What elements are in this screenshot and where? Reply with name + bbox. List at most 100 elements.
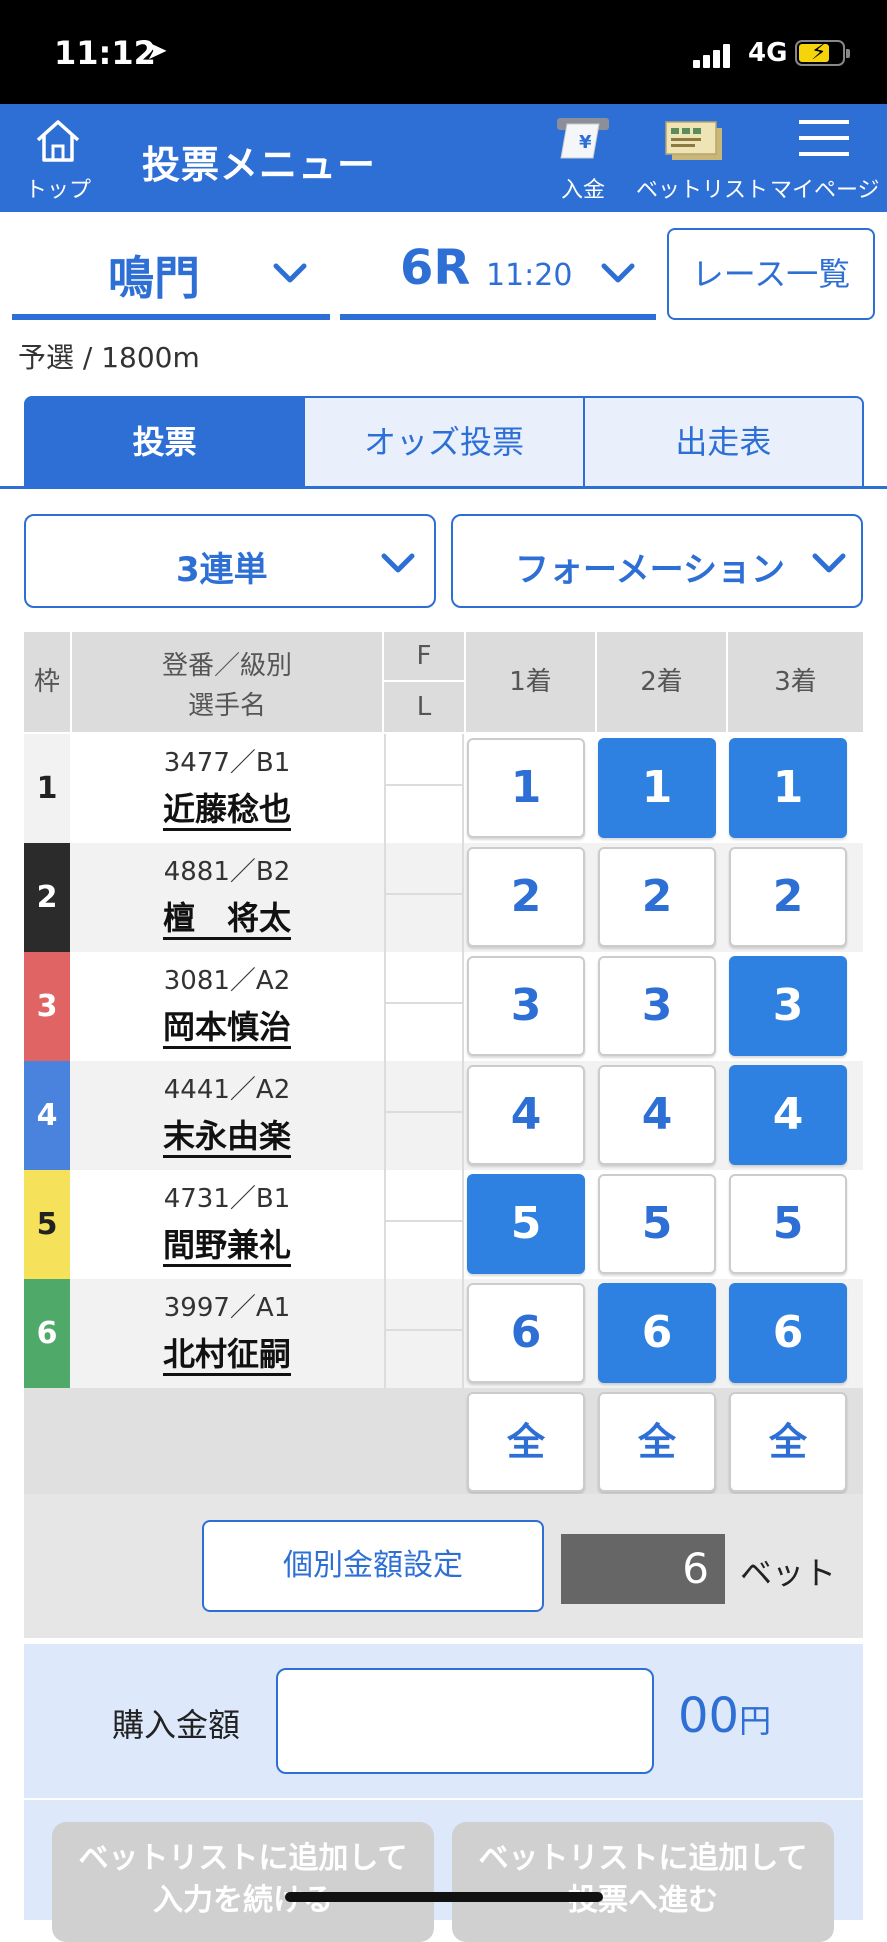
racer-info: 3477／B1 近藤稔也 bbox=[72, 734, 382, 843]
individual-amount-button[interactable]: 個別金額設定 bbox=[202, 1520, 544, 1612]
race-list-button[interactable]: レース一覧 bbox=[667, 228, 875, 320]
purchase-amount-label: 購入金額 bbox=[112, 1706, 241, 1744]
header-f: F bbox=[384, 632, 466, 682]
place-1-boat-4-button[interactable]: 4 bbox=[467, 1065, 585, 1165]
chevron-down-icon bbox=[273, 263, 307, 283]
deposit-icon: ¥ bbox=[557, 118, 609, 159]
place-2-boat-4-button[interactable]: 4 bbox=[598, 1065, 716, 1165]
place-3-boat-5-button[interactable]: 5 bbox=[729, 1174, 847, 1274]
racer-name: 岡本慎治 bbox=[162, 1008, 291, 1049]
racer-row: 5 4731／B1 間野兼礼 5 5 5 bbox=[24, 1170, 863, 1279]
racer-registration: 3477／B1 bbox=[163, 748, 291, 778]
racer-registration: 4881／B2 bbox=[163, 857, 291, 887]
page-title: 投票メニュー bbox=[142, 143, 377, 187]
select-all-place-3-button[interactable]: 全 bbox=[729, 1392, 847, 1492]
network-type: 4G bbox=[748, 38, 788, 68]
place-3-boat-3-button[interactable]: 3 bbox=[729, 956, 847, 1056]
header-place-1: 1着 bbox=[466, 632, 597, 734]
place-1-boat-6-button[interactable]: 6 bbox=[467, 1283, 585, 1383]
deposit-label: 入金 bbox=[560, 178, 605, 203]
header-racer-line2: 選手名 bbox=[187, 691, 266, 721]
tab-vote[interactable]: 投票 bbox=[24, 396, 306, 488]
racer-name-link[interactable]: 末永由楽 bbox=[72, 1111, 382, 1158]
racer-row: 4 4441／A2 末永由楽 4 4 4 bbox=[24, 1061, 863, 1170]
place-1-boat-2-button[interactable]: 2 bbox=[467, 847, 585, 947]
racer-name-link[interactable]: 北村征嗣 bbox=[72, 1329, 382, 1376]
top-button[interactable]: トップ bbox=[18, 118, 98, 204]
racer-name: 間野兼礼 bbox=[162, 1226, 291, 1267]
fl-count bbox=[384, 734, 464, 843]
header-place-3: 3着 bbox=[728, 632, 863, 734]
racer-row: 6 3997／A1 北村征嗣 6 6 6 bbox=[24, 1279, 863, 1388]
select-all-place-1-button[interactable]: 全 bbox=[467, 1392, 585, 1492]
racer-name-link[interactable]: 檀 将太 bbox=[72, 893, 382, 940]
place-2-boat-3-button[interactable]: 3 bbox=[598, 956, 716, 1056]
racer-name-link[interactable]: 岡本慎治 bbox=[72, 1002, 382, 1049]
select-all-place-2-button[interactable]: 全 bbox=[598, 1392, 716, 1492]
place-2-boat-5-button[interactable]: 5 bbox=[598, 1174, 716, 1274]
place-2-boat-1-button[interactable]: 1 bbox=[598, 738, 716, 838]
add-and-continue-button[interactable]: ベットリストに追加して 入力を続ける bbox=[52, 1822, 434, 1942]
racer-registration: 4731／B1 bbox=[163, 1184, 291, 1214]
place-1-boat-5-button[interactable]: 5 bbox=[467, 1174, 585, 1274]
bet-method-select[interactable]: フォーメーション bbox=[451, 514, 863, 608]
place-1-boat-1-button[interactable]: 1 bbox=[467, 738, 585, 838]
racer-info: 4441／A2 末永由楽 bbox=[72, 1061, 382, 1170]
frame-number: 1 bbox=[24, 734, 70, 843]
status-time: 11:12 bbox=[54, 34, 156, 72]
mypage-button[interactable]: マイページ bbox=[770, 116, 880, 204]
fl-count bbox=[384, 1279, 464, 1388]
bet-type-select[interactable]: 3連単 bbox=[24, 514, 436, 608]
racer-grid: 枠 登番／級別 選手名 F L 1着 2着 3着 1 3477／B1 近藤稔也 1 1 1… bbox=[24, 632, 863, 1497]
amount-suffix-value: 00 bbox=[678, 1688, 740, 1744]
mode-tabs: 投票 オッズ投票 出走表 bbox=[24, 396, 864, 488]
app-header: トップ 投票メニュー ¥ 入金 ベットリスト マイページ bbox=[0, 104, 887, 212]
venue-select[interactable]: 鳴門 bbox=[12, 228, 330, 320]
racer-info: 4731／B1 間野兼礼 bbox=[72, 1170, 382, 1279]
place-1-boat-3-button[interactable]: 3 bbox=[467, 956, 585, 1056]
place-2-boat-2-button[interactable]: 2 bbox=[598, 847, 716, 947]
fl-count bbox=[384, 1170, 464, 1279]
frame-number: 4 bbox=[24, 1061, 70, 1170]
race-number: 6R bbox=[400, 240, 471, 296]
frame-number: 2 bbox=[24, 843, 70, 952]
race-time: 11:20 bbox=[486, 258, 573, 293]
bet-unit: ベット bbox=[740, 1554, 837, 1592]
racer-row: 3 3081／A2 岡本慎治 3 3 3 bbox=[24, 952, 863, 1061]
fl-count bbox=[384, 1061, 464, 1170]
bet-count-area: 個別金額設定 6 ベット bbox=[24, 1494, 863, 1638]
place-3-boat-6-button[interactable]: 6 bbox=[729, 1283, 847, 1383]
bet-method-value: フォーメーション bbox=[515, 550, 785, 590]
tab-entry-list[interactable]: 出走表 bbox=[584, 396, 864, 488]
race-select[interactable]: 6R 11:20 bbox=[340, 228, 656, 320]
place-3-boat-1-button[interactable]: 1 bbox=[729, 738, 847, 838]
chevron-down-icon bbox=[601, 263, 635, 283]
tab-odds-vote[interactable]: オッズ投票 bbox=[305, 396, 585, 488]
amount-suffix-unit: 円 bbox=[739, 1702, 772, 1740]
racer-name: 近藤稔也 bbox=[162, 790, 291, 831]
racer-name: 末永由楽 bbox=[162, 1117, 291, 1158]
racer-registration: 3997／A1 bbox=[163, 1293, 291, 1323]
header-racer-line1: 登番／級別 bbox=[161, 651, 292, 681]
betlist-icon bbox=[665, 121, 722, 160]
home-indicator bbox=[285, 1892, 603, 1902]
purchase-amount-input[interactable] bbox=[276, 1668, 654, 1774]
racer-name-link[interactable]: 近藤稔也 bbox=[72, 784, 382, 831]
place-2-boat-6-button[interactable]: 6 bbox=[598, 1283, 716, 1383]
frame-number: 5 bbox=[24, 1170, 70, 1279]
deposit-button[interactable]: ¥ 入金 bbox=[540, 116, 626, 204]
add-proceed-line1: ベットリストに追加して bbox=[478, 1841, 808, 1876]
place-3-boat-4-button[interactable]: 4 bbox=[729, 1065, 847, 1165]
racer-info: 3997／A1 北村征嗣 bbox=[72, 1279, 382, 1388]
hamburger-menu-icon bbox=[799, 120, 849, 156]
header-place-2: 2着 bbox=[597, 632, 728, 734]
header-racer: 登番／級別 選手名 bbox=[72, 632, 384, 734]
fl-count bbox=[384, 952, 464, 1061]
racer-name-link[interactable]: 間野兼礼 bbox=[72, 1220, 382, 1267]
place-3-boat-2-button[interactable]: 2 bbox=[729, 847, 847, 947]
action-area: ベットリストに追加して 入力を続ける ベットリストに追加して 投票へ進む bbox=[24, 1800, 863, 1942]
add-and-proceed-button[interactable]: ベットリストに追加して 投票へ進む bbox=[452, 1822, 834, 1942]
bet-count: 6 bbox=[561, 1534, 725, 1604]
betlist-button[interactable]: ベットリスト bbox=[636, 116, 768, 204]
top-label: トップ bbox=[24, 178, 91, 203]
